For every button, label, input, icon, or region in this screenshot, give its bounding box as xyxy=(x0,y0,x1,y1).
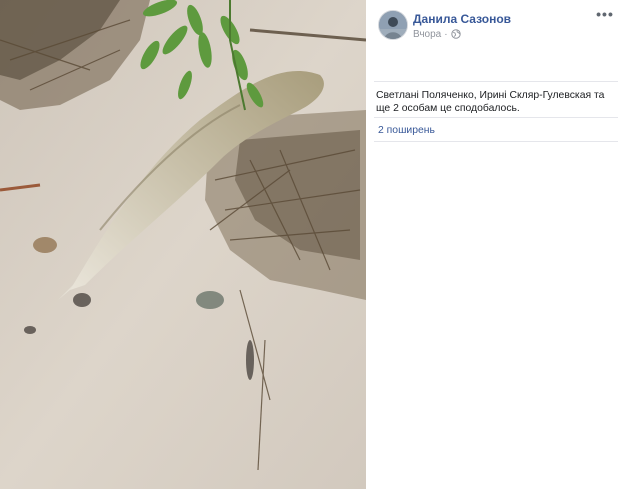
fish-on-sand-photo xyxy=(0,0,366,489)
shares-link[interactable]: 2 поширень xyxy=(378,125,435,136)
divider-middle xyxy=(374,117,618,118)
post-meta: Вчора · xyxy=(413,28,461,40)
divider-bottom xyxy=(374,141,618,142)
post-photo[interactable] xyxy=(0,0,366,489)
post-details-panel: Данила Сазонов Вчора · ••• Светлані Поля… xyxy=(366,0,620,489)
avatar[interactable] xyxy=(378,10,408,40)
more-options-button[interactable]: ••• xyxy=(595,6,615,24)
likes-summary[interactable]: Светлані Поляченко, Ирині Скляр-Гулевска… xyxy=(376,89,616,115)
user-avatar-icon xyxy=(379,11,407,39)
meta-separator: · xyxy=(444,28,448,40)
more-options-icon: ••• xyxy=(596,6,614,22)
post-timestamp[interactable]: Вчора xyxy=(413,29,441,40)
author-name-link[interactable]: Данила Сазонов xyxy=(413,12,511,26)
divider-top xyxy=(374,81,618,82)
globe-icon[interactable] xyxy=(450,29,461,39)
